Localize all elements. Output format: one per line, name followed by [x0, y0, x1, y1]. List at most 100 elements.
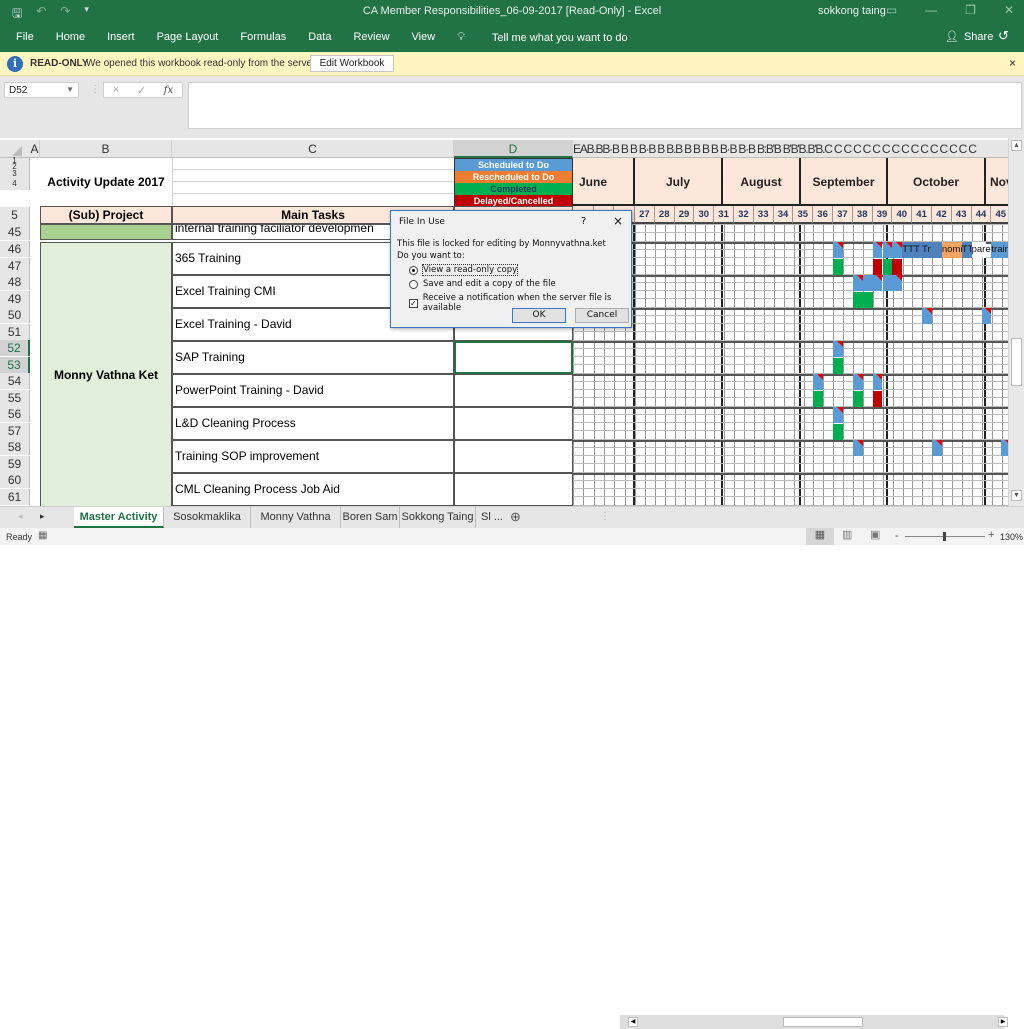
row-header-48[interactable]: 48 — [0, 274, 30, 290]
row-header-49[interactable]: 49 — [0, 291, 30, 307]
sheet-tab-sosokmaklika-eng[interactable]: Sosokmaklika Eng — [164, 507, 251, 544]
completed-mark[interactable] — [882, 258, 893, 275]
tab-split-handle[interactable]: ⋮ — [600, 511, 610, 522]
delayed-mark[interactable] — [892, 258, 903, 275]
user-name[interactable]: sokkong taing — [818, 5, 886, 17]
scheduled-mark[interactable] — [922, 308, 932, 324]
edit-workbook-button[interactable]: Edit Workbook — [310, 55, 394, 72]
tell-me-box[interactable]: 💡︎ Tell me what you want to do — [457, 31, 649, 44]
row-header-51[interactable]: 51 — [0, 324, 30, 340]
task-cell[interactable]: Training SOP improvement — [172, 440, 454, 473]
page-layout-view-icon[interactable]: ▥ — [842, 528, 852, 541]
column-header-d[interactable]: D — [454, 140, 573, 158]
restore-icon[interactable]: ❐ — [965, 3, 976, 17]
scheduled-mark[interactable] — [862, 275, 873, 291]
cancel-icon[interactable]: × — [113, 84, 119, 96]
option-save-edit-copy[interactable]: Save and edit a copy of the file — [409, 279, 556, 289]
horizontal-scroll-thumb[interactable] — [783, 1017, 863, 1027]
macro-record-icon[interactable]: ▦ — [38, 530, 47, 541]
share-button[interactable]: 👤︎ Share — [945, 30, 993, 44]
tab-file[interactable]: File — [16, 31, 34, 44]
scheduled-mark[interactable] — [872, 242, 883, 258]
tab-home[interactable]: Home — [56, 31, 85, 44]
radio-view-read-only[interactable] — [409, 265, 418, 275]
tab-review[interactable]: Review — [353, 31, 389, 44]
row-header-47[interactable]: 47 — [0, 258, 30, 274]
scheduled-mark[interactable] — [833, 242, 843, 258]
page-break-preview-icon[interactable]: ▣ — [870, 528, 880, 541]
completed-mark[interactable] — [862, 291, 873, 308]
scheduled-mark[interactable] — [852, 374, 863, 390]
row-header-50[interactable]: 50 — [0, 307, 30, 323]
scheduled-mark[interactable] — [932, 440, 942, 456]
scheduled-mark[interactable] — [833, 407, 843, 423]
next-sheet-icon[interactable]: ▸ — [40, 511, 45, 522]
column-header-c[interactable]: C — [172, 140, 454, 158]
radio-save-edit-copy[interactable] — [409, 279, 418, 289]
sheet-tab-monny-vathna-ket[interactable]: Monny Vathna Ket — [251, 507, 341, 544]
close-message-bar-icon[interactable]: × — [1009, 56, 1016, 70]
normal-view-icon[interactable]: ▦ — [806, 528, 834, 545]
task-cell[interactable]: CML Cleaning Process Job Aid — [172, 473, 454, 506]
vertical-scroll-thumb[interactable] — [1011, 338, 1022, 386]
completed-mark[interactable] — [833, 357, 843, 374]
ok-button[interactable]: OK — [512, 308, 566, 323]
row-header-45[interactable]: 45 — [0, 224, 30, 240]
scheduled-mark[interactable] — [981, 308, 992, 324]
row-header-56[interactable]: 56 — [0, 406, 30, 422]
notify-checkbox[interactable]: ✓ — [409, 298, 418, 308]
add-sheet-icon[interactable]: ⊕ — [510, 509, 521, 525]
row-header-46[interactable]: 46 — [0, 241, 30, 257]
row-header-61[interactable]: 61 — [0, 489, 30, 505]
chevron-down-icon[interactable]: ▼ — [66, 85, 74, 94]
task-cell[interactable]: L&D Cleaning Process — [172, 407, 454, 440]
row-header-59[interactable]: 59 — [0, 456, 30, 472]
history-icon[interactable]: ↺ — [998, 28, 1009, 44]
row-header-4[interactable]: 4 — [0, 177, 30, 190]
tab-data[interactable]: Data — [308, 31, 331, 44]
previous-sheet-icon[interactable]: ◂ — [18, 511, 23, 522]
zoom-slider[interactable] — [905, 532, 985, 541]
scheduled-mark[interactable] — [892, 242, 903, 258]
d-cell[interactable] — [454, 440, 573, 473]
completed-mark[interactable] — [833, 258, 843, 275]
zoom-out-icon[interactable]: - — [895, 530, 899, 542]
row-header-57[interactable]: 57 — [0, 423, 30, 439]
tab-formulas[interactable]: Formulas — [240, 31, 286, 44]
row-header-54[interactable]: 54 — [0, 373, 30, 389]
d-cell[interactable] — [454, 473, 573, 506]
narrow-column-headers[interactable]: EAB.BB·B B B B·B B B.B B B B B B·B B·B B… — [573, 140, 1008, 158]
tab-view[interactable]: View — [412, 31, 436, 44]
tab-page-layout[interactable]: Page Layout — [157, 31, 219, 44]
insert-function-icon[interactable]: fx — [164, 85, 173, 96]
task-cell[interactable]: PowerPoint Training - David — [172, 374, 454, 407]
ribbon-display-options-icon[interactable]: ▭ — [886, 3, 897, 17]
zoom-level[interactable]: 130% — [1000, 532, 1023, 542]
sheet-tab-more[interactable]: Sl ... — [476, 507, 508, 528]
d-cell[interactable] — [454, 407, 573, 440]
zoom-in-icon[interactable]: + — [988, 529, 994, 541]
dialog-close-icon[interactable]: × — [613, 214, 623, 228]
completed-mark[interactable] — [852, 390, 863, 407]
name-box[interactable]: D52 ▼ — [4, 82, 79, 98]
column-header-b[interactable]: B — [40, 140, 172, 158]
row-header-58[interactable]: 58 — [0, 439, 30, 455]
sheet-tab-boren-sam[interactable]: Boren Sam — [341, 507, 400, 528]
completed-mark[interactable] — [833, 423, 843, 440]
cancel-button[interactable]: Cancel — [575, 308, 629, 323]
sheet-tab-sokkong-taing[interactable]: Sokkong Taing — [400, 507, 476, 528]
delayed-mark[interactable] — [872, 258, 883, 275]
delayed-mark[interactable] — [872, 390, 883, 407]
scheduled-mark[interactable] — [1001, 440, 1008, 456]
close-icon[interactable]: ✕ — [1004, 3, 1014, 17]
horizontal-scrollbar[interactable]: ◀ ▶ — [620, 1015, 1008, 1029]
scheduled-mark[interactable] — [882, 242, 893, 258]
scheduled-mark[interactable] — [872, 374, 883, 390]
scroll-down-icon[interactable]: ▼ — [1011, 490, 1022, 501]
tab-insert[interactable]: Insert — [107, 31, 135, 44]
scroll-right-icon[interactable]: ▶ — [998, 1017, 1008, 1027]
d-cell[interactable] — [454, 374, 573, 407]
scheduled-mark[interactable] — [833, 341, 843, 357]
row-header-52[interactable]: 52 — [0, 340, 30, 356]
sheet-tab-master-activity-plan[interactable]: Master Activity Plan — [74, 507, 164, 544]
